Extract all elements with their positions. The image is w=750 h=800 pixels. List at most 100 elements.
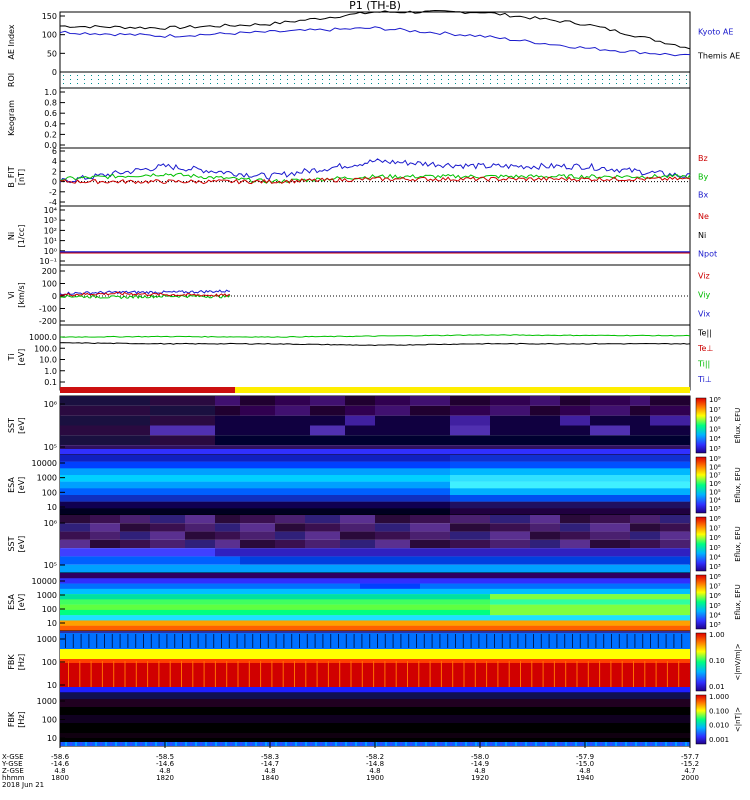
roi-dot [217, 79, 218, 80]
spectrogram-esa-electron-cell [300, 488, 310, 496]
spectrogram-fbk-b-cell [390, 742, 392, 746]
spectrogram-esa-electron-cell [490, 501, 500, 509]
spectrogram-esa-ion-cell [70, 599, 80, 605]
spectrogram-esa-ion-cell [300, 599, 310, 605]
spectrogram-esa-electron-cell [340, 481, 350, 489]
spectrogram-esa-electron-cell [450, 475, 460, 482]
spectrogram-fbk-b-cell [465, 742, 467, 746]
spectrogram-esa-electron-cell [150, 501, 160, 509]
spectrogram-fbk-b-cell [145, 742, 147, 746]
spectrogram-fbk-b-cell [330, 742, 332, 746]
spectrogram-esa-electron-cell [400, 481, 410, 489]
roi-dot [84, 79, 85, 80]
spectrogram-esa-ion-cell [560, 599, 570, 605]
spectrogram-esa-electron-cell [620, 455, 630, 462]
roi-dot [518, 79, 519, 80]
roi-dot [336, 83, 337, 84]
spectrogram-esa-electron-cell [170, 508, 180, 516]
roi-dot [511, 79, 512, 80]
spectrogram-fbk-b-colorbar-label: <|nT|> [734, 707, 742, 732]
spectrogram-fbk-e-cell [587, 634, 589, 648]
spectrogram-esa-ion-cell [130, 588, 140, 595]
spectrogram-esa-ion-cell [360, 583, 370, 590]
spectrogram-esa-ion-cell [390, 599, 400, 605]
roi-dot [182, 79, 183, 80]
spectrogram-fbk-e-cell [72, 634, 74, 648]
spectrogram-fbk-b-cell [120, 742, 122, 746]
spectrogram-esa-ion-cell [640, 573, 650, 579]
spectrogram-esa-ion-cell [560, 583, 570, 590]
spectrogram-esa-ion-cell [160, 625, 170, 632]
roi-dot [189, 79, 190, 80]
spectrogram-esa-electron-cell [150, 495, 160, 502]
spectrogram-esa-electron-cell [80, 468, 90, 476]
spectrogram-esa-electron-colorbar-tick: 10³ [709, 505, 721, 513]
spectrogram-esa-electron-cell [500, 475, 510, 482]
spectrogram-esa-ion-cell [660, 578, 670, 584]
spectrogram-esa-ion-cell [230, 573, 240, 579]
roi-dot [133, 79, 134, 80]
roi-dot [385, 75, 386, 76]
roi-dot [469, 79, 470, 80]
spectrogram-esa-electron-cell [120, 468, 130, 476]
roi-dot [665, 83, 666, 84]
spectrogram-fbk-b-cell [405, 742, 407, 746]
spectrogram-esa-ion-cell [110, 573, 120, 579]
spectrogram-esa-electron-cell [600, 455, 610, 462]
spectrogram-esa-electron-cell [170, 455, 180, 462]
spectrogram-esa-electron-cell [320, 508, 330, 516]
spectrogram-fbk-e-cell [540, 634, 542, 648]
spectrogram-esa-electron-cell [540, 481, 550, 489]
spectrogram-esa-ion-cell [310, 599, 320, 605]
spectrogram-sst-electron-cell [240, 425, 275, 436]
spectrogram-esa-ion-cell [70, 578, 80, 584]
spectrogram-esa-electron-cell [60, 508, 70, 516]
spectrogram-esa-electron-cell [110, 508, 120, 516]
spectrogram-esa-ion-cell [650, 615, 660, 621]
spectrogram-esa-ion-cell [250, 599, 260, 605]
spectrogram-fbk-b-colorbar-tick: 0.001 [709, 736, 729, 744]
spectrogram-esa-ion-cell [510, 620, 520, 626]
roi-dot [644, 75, 645, 76]
keogram-tick-label: 0.6 [44, 109, 57, 118]
footer-row-label: 2018 Jun 21 [2, 781, 44, 789]
spectrogram-esa-electron-cell [380, 508, 390, 516]
spectrogram-esa-electron-cell [590, 495, 600, 502]
spectrogram-fbk-b-cell [190, 742, 192, 746]
spectrogram-esa-ion-cell [430, 625, 440, 632]
spectrogram-esa-electron-cell [360, 468, 370, 476]
spectrogram-fbk-b-cell [535, 742, 537, 746]
roi-dot [630, 79, 631, 80]
roi-dot [581, 83, 582, 84]
footer-hhmm: 2000 [681, 774, 699, 782]
spectrogram-esa-ion-cell [360, 573, 370, 579]
spectrogram-sst-electron-cell [310, 425, 345, 436]
spectrogram-esa-electron-cell [130, 468, 140, 476]
spectrogram-esa-electron-cell [510, 461, 520, 469]
spectrogram-esa-electron-ylabel: ESA [7, 477, 16, 493]
spectrogram-esa-ion-cell [390, 578, 400, 584]
spectrogram-esa-electron-cell [370, 481, 380, 489]
ti-tick-label: 1.0 [44, 367, 57, 376]
spectrogram-esa-electron-cell [640, 481, 650, 489]
spectrogram-esa-electron-cell [330, 508, 340, 516]
roi-dot [602, 79, 603, 80]
spectrogram-esa-ion-cell [650, 573, 660, 579]
spectrogram-esa-electron-cell [530, 508, 540, 516]
spectrogram-esa-electron-cell [590, 481, 600, 489]
roi-dot [273, 83, 274, 84]
spectrogram-sst-ion-cell [450, 564, 490, 573]
roi-dot [406, 79, 407, 80]
spectrogram-esa-ion-cell [660, 615, 670, 621]
spectrogram-esa-electron-cell [120, 501, 130, 509]
spectrogram-esa-ion-cell [540, 583, 550, 590]
spectrogram-sst-ion-cell [275, 556, 305, 565]
spectrogram-fbk-e-cell [655, 661, 657, 687]
spectrogram-esa-ion-cell [520, 615, 530, 621]
spectrogram-esa-electron-cell [90, 501, 100, 509]
spectrogram-sst-ion-cell [590, 539, 630, 549]
spectrogram-esa-ion-cell [590, 599, 600, 605]
spectrogram-esa-electron-cell [70, 501, 80, 509]
spectrogram-esa-electron-cell [260, 481, 270, 489]
spectrogram-fbk-b-cell [150, 742, 152, 746]
